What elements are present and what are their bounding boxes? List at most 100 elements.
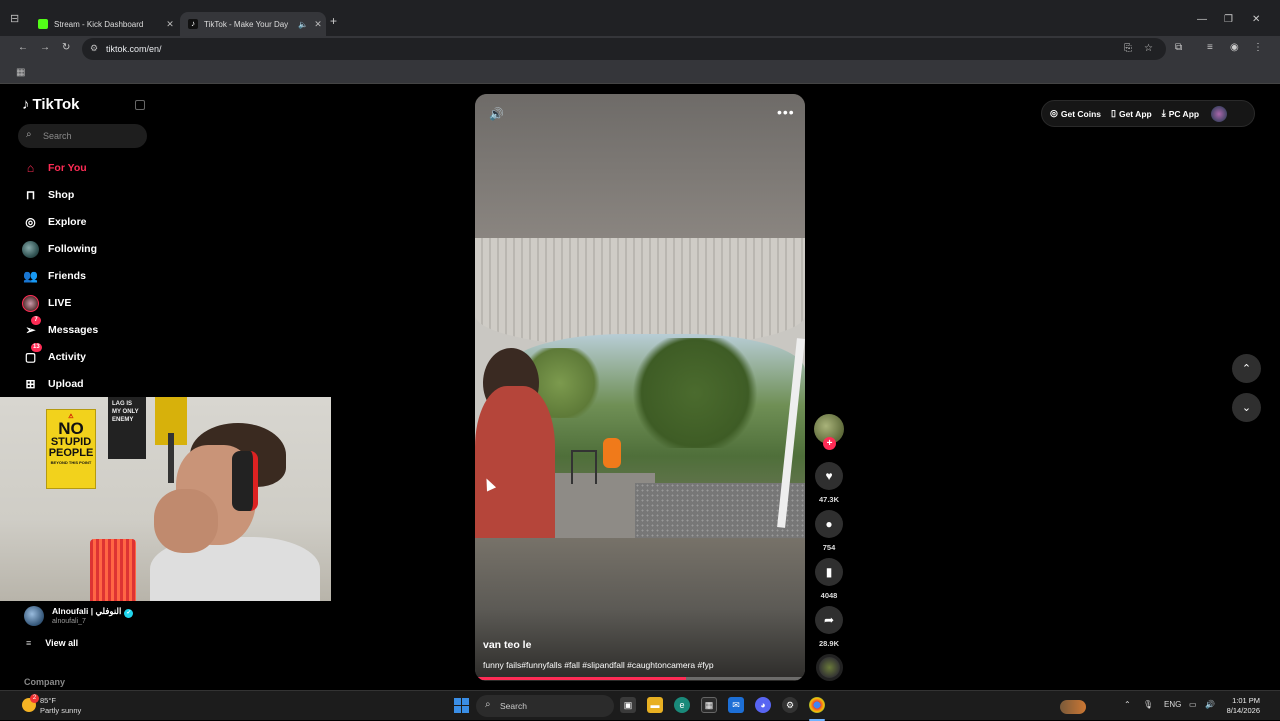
comment-button[interactable]: ●	[815, 510, 843, 538]
file-explorer-icon[interactable]: ▬	[647, 697, 663, 713]
chevron-up-icon: ⌃	[1241, 363, 1252, 375]
sidebar-item-live[interactable]: LIVE	[22, 292, 172, 314]
install-app-icon[interactable]: ⎘	[1124, 43, 1132, 54]
edge-icon[interactable]: e	[674, 697, 690, 713]
video-blur-top	[475, 94, 805, 238]
sidebar-item-upload[interactable]: ⊞ Upload	[22, 373, 172, 395]
site-info-icon[interactable]: ⚙	[90, 43, 98, 54]
more-options-icon[interactable]: •••	[777, 104, 795, 120]
pc-app-label: PC App	[1168, 108, 1200, 119]
menu-icon[interactable]: ⋮	[1253, 42, 1263, 53]
clock-time[interactable]: 1:01 PM	[1226, 696, 1260, 705]
extensions-icon[interactable]: ⧉	[1175, 42, 1182, 53]
porch-ceiling	[475, 238, 805, 348]
sidebar-item-explore[interactable]: ◎ Explore	[22, 211, 172, 233]
media-control-icon[interactable]: ≡	[1207, 42, 1213, 53]
sidebar-item-following[interactable]: Following	[22, 238, 172, 260]
address-bar[interactable]: ⚙ tiktok.com/en/ ⎘ ☆	[82, 38, 1166, 60]
task-view-icon[interactable]: ▣	[620, 697, 636, 713]
bookmark-icon: ▮	[825, 565, 833, 579]
close-tab-icon[interactable]: ✕	[310, 19, 326, 30]
clock-date[interactable]: 8/14/2026	[1220, 706, 1260, 715]
browser-titlebar: ⊟ Stream - Kick Dashboard ✕ ♪ TikTok - M…	[0, 0, 1280, 36]
follow-plus-icon[interactable]: +	[823, 437, 836, 450]
creator-name: Alnoufali | النوفلي	[52, 606, 122, 616]
like-button[interactable]: ♥	[815, 462, 843, 490]
user-avatar[interactable]	[1211, 105, 1228, 122]
volume-icon[interactable]: 🔊	[1205, 700, 1215, 709]
sidebar-item-for-you[interactable]: ⌂ For You	[22, 157, 172, 179]
app-icon[interactable]: ⚙	[782, 697, 798, 713]
speaker-icon[interactable]: 🔈	[298, 20, 310, 29]
mail-icon[interactable]: ✉	[728, 697, 744, 713]
collapse-sidebar-icon[interactable]	[135, 100, 145, 110]
save-button[interactable]: ▮	[815, 558, 843, 586]
creator-name-row[interactable]: Alnoufali | النوفلي ✓	[52, 606, 134, 618]
video-caption[interactable]: funny fails#funnyfalls #fall #slipandfal…	[483, 660, 714, 670]
network-icon[interactable]: ▭	[1189, 700, 1197, 709]
view-all-button[interactable]: ≡ View all	[26, 638, 78, 648]
volume-icon[interactable]: 🔊	[489, 107, 504, 121]
tab-search-icon[interactable]: ⊟	[10, 12, 30, 32]
get-coins-button[interactable]: ◎ Get Coins	[1050, 108, 1101, 119]
tab-tiktok[interactable]: ♪ TikTok - Make Your Day 🔈 ✕	[180, 12, 326, 36]
video-player[interactable]: 🔊 ••• van teo le funny fails#funnyfalls …	[475, 94, 805, 681]
tab-kick-dashboard[interactable]: Stream - Kick Dashboard ✕	[30, 12, 178, 36]
search-input[interactable]: ⌕ Search	[18, 124, 147, 148]
microphone-icon[interactable]: 🎙	[1143, 700, 1153, 709]
tiktok-note-icon: ♪	[22, 96, 30, 113]
video-progress-bar[interactable]	[475, 677, 805, 680]
sidebar-item-messages[interactable]: ➢ 7 Messages	[22, 315, 172, 341]
lag-enemy-poster: LAG IS MY ONLY ENEMY	[108, 397, 146, 459]
verified-icon: ✓	[124, 609, 134, 618]
language-indicator[interactable]: ENG	[1164, 700, 1181, 709]
sidebar-item-label: LIVE	[48, 297, 72, 309]
taskbar-search[interactable]: ⌕ Search	[476, 695, 1086, 717]
creator-avatar[interactable]	[24, 606, 44, 626]
sidebar-item-label: Shop	[48, 189, 75, 201]
new-tab-icon[interactable]: +	[330, 14, 337, 28]
bookmark-star-icon[interactable]: ☆	[1144, 43, 1153, 54]
company-link[interactable]: Company	[24, 677, 65, 687]
activity-badge: 13	[31, 342, 42, 352]
chevron-down-icon: ⌄	[1241, 402, 1252, 414]
sidebar-item-label: Messages	[48, 324, 99, 336]
tray-chevron-icon[interactable]: ⌃	[1124, 700, 1131, 709]
chrome-icon[interactable]	[809, 697, 825, 713]
start-button[interactable]	[454, 698, 469, 713]
upload-icon: ⊞	[25, 377, 36, 391]
restore-icon[interactable]: ❐	[1224, 14, 1233, 25]
sidebar-item-friends[interactable]: 👥 Friends	[22, 265, 172, 287]
reload-icon[interactable]: ↻	[62, 42, 70, 53]
forward-icon[interactable]: →	[40, 42, 50, 53]
get-app-button[interactable]: ▯ Get App	[1111, 108, 1152, 119]
close-tab-icon[interactable]: ✕	[162, 19, 178, 30]
creator-handle: alnoufali_7	[52, 618, 86, 625]
next-video-button[interactable]: ⌄	[1232, 393, 1261, 422]
sidebar-item-label: Upload	[48, 378, 84, 390]
save-count: 4048	[820, 591, 838, 600]
list-icon: ≡	[26, 638, 32, 648]
red-lamp	[90, 539, 136, 601]
sidebar-item-label: For You	[48, 162, 87, 174]
sidebar-item-label: Explore	[48, 216, 87, 228]
pc-app-button[interactable]: ⤓ PC App	[1162, 108, 1199, 119]
messages-icon: ➢ 7	[22, 315, 41, 339]
profile-icon[interactable]: ◉	[1230, 42, 1239, 53]
sidebar-item-activity[interactable]: ▢ 13 Activity	[22, 342, 172, 368]
video-author[interactable]: van teo le	[483, 639, 531, 651]
search-icon: ⌕	[485, 699, 491, 710]
previous-video-button[interactable]: ⌃	[1232, 354, 1261, 383]
video-frame	[475, 238, 805, 538]
sidebar-item-shop[interactable]: ⊓ Shop	[22, 184, 172, 206]
music-disc-icon[interactable]	[816, 654, 843, 681]
close-window-icon[interactable]: ✕	[1252, 14, 1260, 25]
store-icon[interactable]: ▦	[701, 697, 717, 713]
back-icon[interactable]: ←	[18, 42, 28, 53]
tiktok-logo[interactable]: ♪ TikTok	[22, 96, 79, 113]
share-button[interactable]: ➦	[815, 606, 843, 634]
discord-icon[interactable]: ◕	[755, 697, 771, 713]
apps-grid-icon[interactable]: ▦	[16, 67, 25, 78]
sidebar-item-label: Friends	[48, 270, 86, 282]
minimize-icon[interactable]: —	[1197, 14, 1207, 25]
